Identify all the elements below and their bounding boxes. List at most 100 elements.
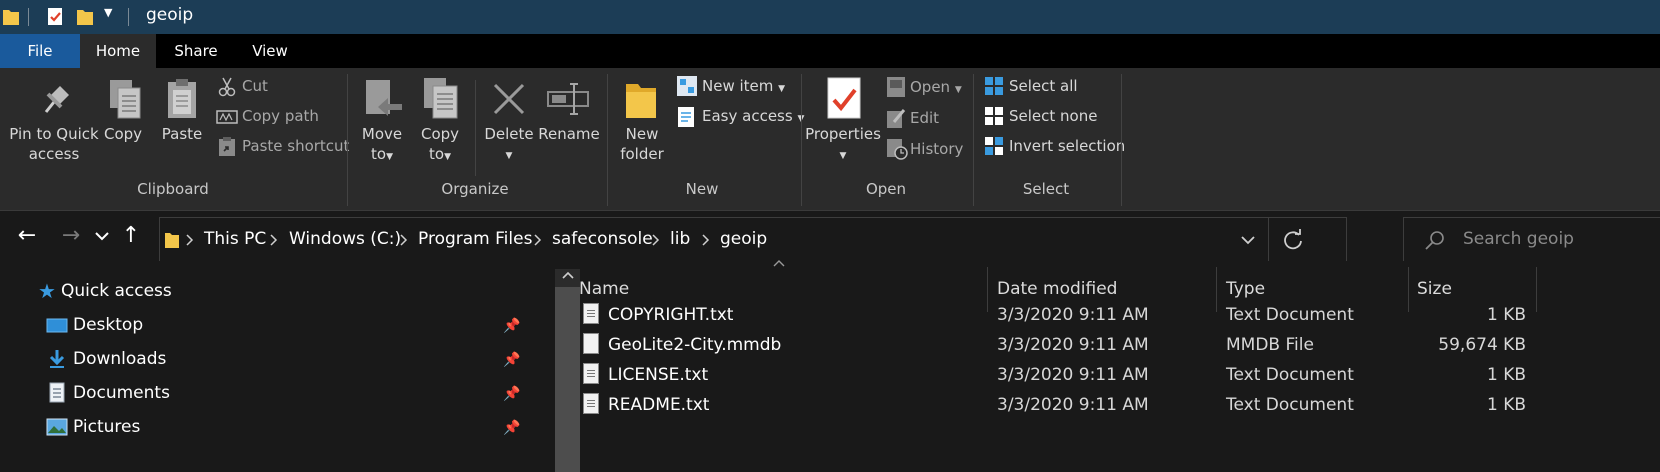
invert-selection-icon xyxy=(985,137,1003,155)
easy-access-icon xyxy=(678,107,694,127)
breadcrumb-this-pc[interactable]: This PC xyxy=(204,229,266,249)
file-date: 3/3/2020 9:11 AM xyxy=(997,395,1149,415)
breadcrumb-geoip[interactable]: geoip xyxy=(720,229,767,249)
recent-locations-chevron-icon[interactable] xyxy=(94,229,110,243)
nav-item-downloads[interactable]: Downloads xyxy=(73,349,166,369)
back-arrow-icon[interactable]: ← xyxy=(10,211,44,261)
address-row: ← → ↑ This PC Windows (C:) Program Files… xyxy=(0,211,1660,263)
column-divider[interactable] xyxy=(1216,267,1217,312)
group-separator xyxy=(801,74,802,206)
tab-home[interactable]: Home xyxy=(80,34,156,68)
breadcrumb-chevron-icon[interactable] xyxy=(186,234,194,246)
sort-ascending-icon xyxy=(773,260,785,267)
organize-inner-separator xyxy=(475,80,476,176)
address-bar[interactable]: This PC Windows (C:) Program Files safec… xyxy=(159,217,1347,263)
file-name: COPYRIGHT.txt xyxy=(608,305,734,325)
column-header-size[interactable]: Size xyxy=(1417,279,1452,299)
ribbon-tab-bar: File Home Share View xyxy=(0,34,1660,68)
paste-shortcut-label: Paste shortcut xyxy=(242,137,350,155)
properties-dropdown-icon[interactable]: ▼ xyxy=(804,146,882,166)
file-size: 1 KB xyxy=(1486,305,1526,325)
move-to-label-2: to▼ xyxy=(371,145,393,163)
select-none-label: Select none xyxy=(1009,107,1098,125)
column-header-name[interactable]: Name xyxy=(579,279,629,299)
new-item-label: New item ▼ xyxy=(702,77,786,95)
organize-group-label: Organize xyxy=(441,180,509,198)
open-group-label: Open xyxy=(865,180,907,198)
tab-share[interactable]: Share xyxy=(158,34,234,68)
cut-label: Cut xyxy=(242,77,268,95)
column-divider[interactable] xyxy=(1536,267,1537,312)
edit-icon xyxy=(887,109,906,128)
breadcrumb-safeconsole[interactable]: safeconsole xyxy=(552,229,653,249)
scroll-up-icon[interactable] xyxy=(562,271,574,281)
group-separator xyxy=(607,74,608,206)
pin-label-2: access xyxy=(28,145,80,163)
nav-quick-access[interactable]: Quick access xyxy=(61,281,172,301)
up-arrow-icon[interactable]: ↑ xyxy=(118,211,144,261)
history-label: History xyxy=(910,140,964,158)
breadcrumb-chevron-icon[interactable] xyxy=(652,234,660,246)
pin-icon[interactable]: 📌 xyxy=(503,386,520,402)
pin-icon[interactable]: 📌 xyxy=(503,318,520,334)
scissors-icon xyxy=(218,77,236,97)
paste-icon xyxy=(168,79,196,118)
breadcrumb-chevron-icon[interactable] xyxy=(534,234,542,246)
column-divider[interactable] xyxy=(987,267,988,312)
pin-icon xyxy=(44,86,69,113)
folder-icon xyxy=(165,233,179,248)
tab-view[interactable]: View xyxy=(232,34,308,68)
tab-file[interactable]: File xyxy=(0,34,80,68)
breadcrumb-chevron-icon[interactable] xyxy=(270,234,278,246)
breadcrumb-program-files[interactable]: Program Files xyxy=(418,229,532,249)
file-icon xyxy=(583,333,599,354)
file-type: MMDB File xyxy=(1226,335,1314,355)
downloads-icon xyxy=(49,350,65,368)
scrollbar-thumb[interactable] xyxy=(555,287,580,472)
breadcrumb-chevron-icon[interactable] xyxy=(400,234,408,246)
desktop-icon xyxy=(46,318,68,333)
title-bar: ▼ geoip xyxy=(0,0,1660,34)
properties-quick-icon[interactable] xyxy=(46,6,64,26)
search-input[interactable]: Search geoip xyxy=(1403,217,1660,263)
file-date: 3/3/2020 9:11 AM xyxy=(997,365,1149,385)
customize-toolbar-chevron-icon[interactable]: ▼ xyxy=(104,6,112,19)
new-item-icon xyxy=(677,76,697,96)
file-name: README.txt xyxy=(608,395,710,415)
breadcrumb-lib[interactable]: lib xyxy=(670,229,690,249)
clipboard-group-label: Clipboard xyxy=(137,180,209,198)
column-header-type[interactable]: Type xyxy=(1226,279,1265,299)
rename-label: Rename xyxy=(538,125,600,143)
breadcrumb-chevron-icon[interactable] xyxy=(702,234,710,246)
file-size: 1 KB xyxy=(1486,395,1526,415)
pin-icon[interactable]: 📌 xyxy=(503,352,520,368)
file-list: Name Date modified Type Size COPYRIGHT.t… xyxy=(579,260,1660,472)
pin-icon[interactable]: 📌 xyxy=(503,420,520,436)
text-file-icon xyxy=(583,303,599,324)
file-size: 59,674 KB xyxy=(1438,335,1526,355)
forward-arrow-icon[interactable]: → xyxy=(54,211,88,261)
paste-shortcut-icon xyxy=(219,137,235,156)
refresh-icon[interactable] xyxy=(1282,229,1304,251)
nav-item-pictures[interactable]: Pictures xyxy=(73,417,140,437)
breadcrumb-windows-c[interactable]: Windows (C:) xyxy=(289,229,401,249)
nav-item-documents[interactable]: Documents xyxy=(73,383,170,403)
properties-icon xyxy=(827,77,861,119)
address-history-chevron-icon[interactable] xyxy=(1240,234,1256,246)
navigation-scrollbar[interactable] xyxy=(555,269,580,472)
select-all-icon xyxy=(985,77,1003,95)
file-date: 3/3/2020 9:11 AM xyxy=(997,305,1149,325)
pin-label-1: Pin to Quick xyxy=(9,125,99,143)
documents-icon xyxy=(49,382,65,403)
history-icon xyxy=(887,139,908,160)
copy-to-label-1: Copy xyxy=(420,125,460,143)
select-none-icon xyxy=(985,107,1003,125)
column-header-date-modified[interactable]: Date modified xyxy=(997,279,1117,299)
group-separator xyxy=(1121,74,1122,206)
nav-item-desktop[interactable]: Desktop xyxy=(73,315,143,335)
new-folder-quick-icon[interactable] xyxy=(76,6,94,26)
ribbon: Pin to Quick access Copy Paste Cut Copy … xyxy=(0,68,1660,211)
file-name: GeoLite2-City.mmdb xyxy=(608,335,782,355)
move-to-label-1: Move xyxy=(361,125,403,143)
delete-dropdown-icon[interactable]: ▼ xyxy=(482,146,536,166)
